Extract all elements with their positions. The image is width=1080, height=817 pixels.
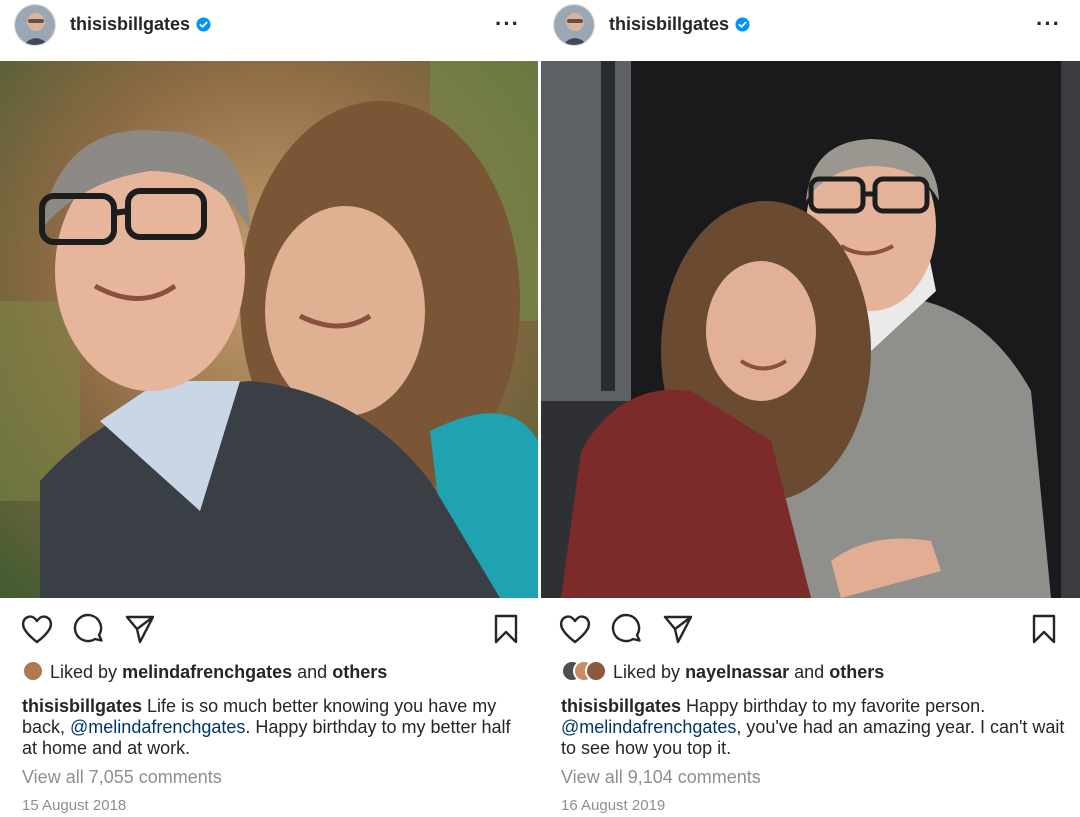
post-photo <box>0 61 538 598</box>
post-photo <box>541 61 1080 598</box>
liked-and: and <box>297 662 328 682</box>
post-username[interactable]: thisisbillgates <box>609 14 729 35</box>
view-comments-link[interactable]: View all 9,104 comments <box>561 767 761 788</box>
liked-and: and <box>794 662 825 682</box>
post-date: 16 August 2019 <box>561 797 666 814</box>
caption-username[interactable]: thisisbillgates <box>561 696 681 716</box>
more-options-icon[interactable]: ··· <box>495 13 520 35</box>
bookmark-icon[interactable] <box>1027 612 1061 646</box>
more-options-icon[interactable]: ··· <box>1036 13 1061 35</box>
liked-user[interactable]: nayelnassar <box>685 662 789 682</box>
caption-mention[interactable]: @melindafrenchgates <box>70 717 245 737</box>
caption-username[interactable]: thisisbillgates <box>22 696 142 716</box>
bookmark-icon[interactable] <box>489 612 523 646</box>
caption-text: Happy birthday to my favorite person. <box>681 696 986 716</box>
post-caption: thisisbillgates Happy birthday to my fav… <box>561 696 1066 759</box>
liked-user[interactable]: melindafrenchgates <box>122 662 292 682</box>
avatar[interactable] <box>14 4 56 46</box>
liker-avatar <box>585 660 607 683</box>
post-date: 15 August 2018 <box>22 797 127 814</box>
likes-summary[interactable]: Liked by melindafrenchgates and others <box>22 660 387 684</box>
caption-mention[interactable]: @melindafrenchgates <box>561 717 736 737</box>
post-actions <box>0 612 538 646</box>
post-actions <box>541 612 1079 646</box>
post-header: thisisbillgates ··· <box>0 0 538 56</box>
liked-others[interactable]: others <box>829 662 884 682</box>
comment-icon[interactable] <box>610 612 644 646</box>
heart-icon[interactable] <box>20 612 54 646</box>
liked-others[interactable]: others <box>332 662 387 682</box>
post-header: thisisbillgates ··· <box>541 0 1079 56</box>
paper-plane-icon[interactable] <box>123 612 157 646</box>
post-card: thisisbillgates ··· <box>541 0 1080 817</box>
view-comments-link[interactable]: View all 7,055 comments <box>22 767 222 788</box>
liker-avatars <box>22 660 44 683</box>
liked-prefix: Liked by <box>50 662 118 682</box>
verified-badge-icon <box>735 17 750 32</box>
likes-summary[interactable]: Liked by nayelnassar and others <box>561 660 884 684</box>
liker-avatars <box>561 660 607 683</box>
post-username[interactable]: thisisbillgates <box>70 14 190 35</box>
heart-icon[interactable] <box>558 612 592 646</box>
liker-avatar <box>22 660 44 683</box>
avatar[interactable] <box>553 4 595 46</box>
liked-prefix: Liked by <box>613 662 681 682</box>
verified-badge-icon <box>196 17 211 32</box>
post-caption: thisisbillgates Life is so much better k… <box>22 696 527 759</box>
post-card: thisisbillgates ··· <box>0 0 538 817</box>
comment-icon[interactable] <box>72 612 106 646</box>
paper-plane-icon[interactable] <box>661 612 695 646</box>
